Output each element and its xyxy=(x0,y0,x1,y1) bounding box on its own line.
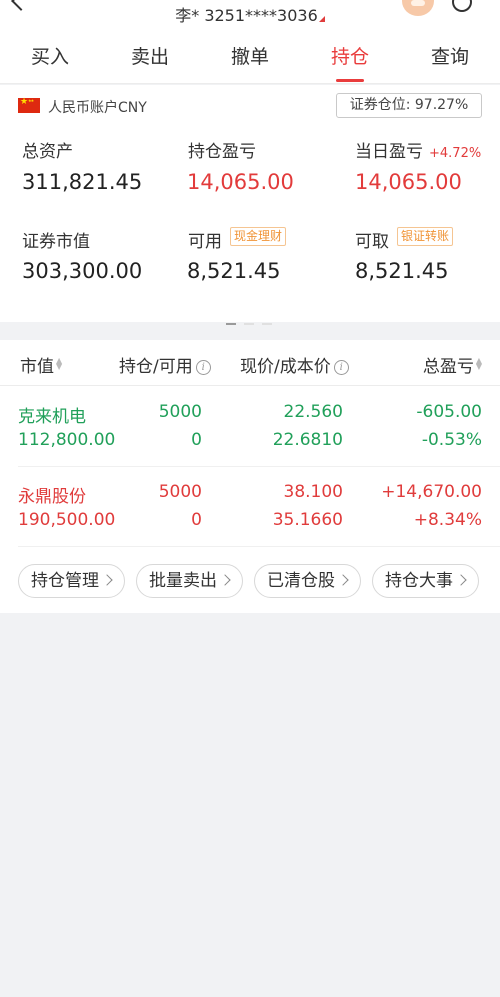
holdings-panel: 市值 ▲ ▼ 持仓/可用 i 现价/成本价 i 总盈亏 ▲ ▼ 克来机电 112,800.0… xyxy=(0,340,500,613)
position-events-button[interactable]: 持仓大事 xyxy=(372,564,479,598)
table-row[interactable]: 克来机电 112,800.00 5000 0 22.560 22.6810 -6… xyxy=(0,386,500,466)
withdrawable-value: 8,521.45 xyxy=(355,259,449,283)
chevron-right-icon xyxy=(337,574,349,586)
stock-price: 38.100 xyxy=(283,482,343,502)
tab-buy[interactable]: 买入 xyxy=(0,42,100,69)
holding-pl-label: 持仓盈亏 xyxy=(188,142,256,162)
cleared-stocks-button[interactable]: 已清仓股 xyxy=(254,564,361,598)
divider xyxy=(18,546,500,547)
page-dot xyxy=(244,323,254,325)
daily-pl-label: 当日盈亏 +4.72% xyxy=(355,137,481,162)
stock-price: 22.560 xyxy=(283,402,343,422)
market-value-value: 303,300.00 xyxy=(22,259,143,283)
total-assets-label: 总资产 xyxy=(22,142,73,162)
daily-pl-label-text: 当日盈亏 xyxy=(355,142,423,162)
available-value: 8,521.45 xyxy=(187,259,281,283)
header-total-pl[interactable]: 总盈亏 ▲ ▼ xyxy=(422,352,482,378)
trade-tabs: 买入 卖出 撤单 持仓 查询 xyxy=(0,30,500,84)
holding-pl-value: 14,065.00 xyxy=(187,170,294,194)
page-indicator xyxy=(226,310,280,329)
stock-position: 5000 xyxy=(158,402,202,422)
button-label: 持仓大事 xyxy=(385,571,453,591)
header-total-pl-text: 总盈亏 xyxy=(422,357,474,377)
currency-account-label: 人民币账户CNY xyxy=(48,100,147,116)
stock-pl: -605.00 xyxy=(416,402,482,422)
header-price: 现价/成本价 i xyxy=(240,352,349,377)
cash-management-tag[interactable]: 现金理财 xyxy=(230,227,287,246)
button-label: 批量卖出 xyxy=(149,571,217,591)
position-ratio-badge: 证券仓位: 97.27% xyxy=(336,93,482,118)
sort-icon: ▲ ▼ xyxy=(56,356,63,371)
dropdown-triangle-icon xyxy=(318,16,325,22)
batch-sell-button[interactable]: 批量卖出 xyxy=(136,564,243,598)
withdrawable-label: 可取 xyxy=(355,232,389,252)
stock-position: 5000 xyxy=(158,482,202,502)
stock-cost: 22.6810 xyxy=(272,430,343,450)
button-label: 持仓管理 xyxy=(31,571,99,591)
account-number: 李* 3251****3036 xyxy=(175,6,318,25)
china-flag-icon xyxy=(18,96,40,113)
tab-query[interactable]: 查询 xyxy=(400,42,500,69)
daily-pl-value: 14,065.00 xyxy=(355,170,462,194)
header-market-value-text: 市值 xyxy=(20,357,54,377)
active-tab-indicator xyxy=(336,79,364,82)
button-label: 已清仓股 xyxy=(267,571,335,591)
header-position: 持仓/可用 i xyxy=(119,352,211,377)
asset-summary: 人民币账户CNY 证券仓位: 97.27% 总资产 311,821.45 持仓盈… xyxy=(0,85,500,325)
stock-available: 0 xyxy=(191,510,202,530)
stock-market-value: 190,500.00 xyxy=(18,510,116,530)
stock-market-value: 112,800.00 xyxy=(18,430,116,450)
stock-pl: +14,670.00 xyxy=(381,482,482,502)
header-market-value[interactable]: 市值 ▲ ▼ xyxy=(20,352,63,378)
tab-sell[interactable]: 卖出 xyxy=(100,42,200,69)
tab-positions[interactable]: 持仓 xyxy=(300,42,400,69)
tab-cancel-order[interactable]: 撤单 xyxy=(200,42,300,69)
table-row[interactable]: 永鼎股份 190,500.00 5000 0 38.100 35.1660 +1… xyxy=(0,466,500,546)
sort-icon: ▲ ▼ xyxy=(475,356,482,371)
daily-pl-percent: +4.72% xyxy=(429,146,482,161)
header-position-text: 持仓/可用 xyxy=(119,357,193,377)
page-dot xyxy=(262,323,272,325)
market-value-label: 证券市值 xyxy=(22,232,90,252)
total-assets-value: 311,821.45 xyxy=(22,170,143,194)
stock-pl-percent: -0.53% xyxy=(421,430,482,450)
info-icon[interactable]: i xyxy=(333,360,349,375)
chevron-right-icon xyxy=(455,574,467,586)
top-bar: 李* 3251****3036 xyxy=(0,0,500,30)
stock-available: 0 xyxy=(191,430,202,450)
stock-name: 永鼎股份 xyxy=(18,487,86,507)
available-label: 可用 xyxy=(188,232,222,252)
info-icon[interactable]: i xyxy=(195,360,211,375)
stock-pl-percent: +8.34% xyxy=(413,510,482,530)
chevron-right-icon xyxy=(219,574,231,586)
position-management-button[interactable]: 持仓管理 xyxy=(18,564,125,598)
stock-name: 克来机电 xyxy=(18,407,86,427)
header-price-text: 现价/成本价 xyxy=(240,357,331,377)
chevron-right-icon xyxy=(101,574,113,586)
page-dot xyxy=(226,323,236,325)
bank-transfer-tag[interactable]: 银证转账 xyxy=(397,227,454,246)
stock-cost: 35.1660 xyxy=(272,510,343,530)
